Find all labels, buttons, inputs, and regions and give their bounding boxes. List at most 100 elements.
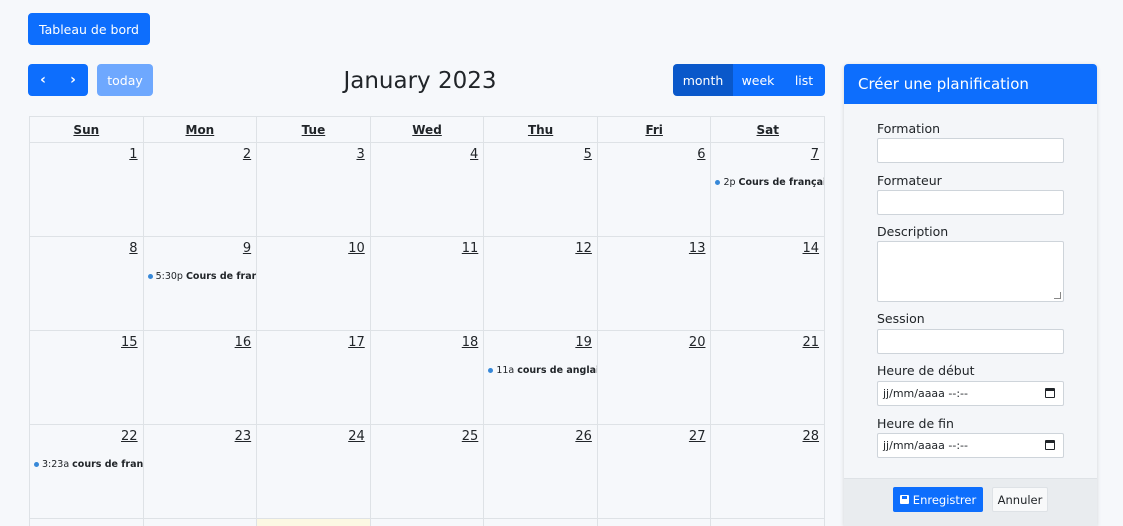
day-cell[interactable]: 1 [30, 143, 144, 237]
prev-button[interactable]: ‹ [28, 64, 58, 96]
day-cell[interactable]: 14 [711, 237, 826, 331]
save-button[interactable]: Enregistrer [893, 487, 983, 512]
day-cell[interactable]: 19 11a cours de anglais [484, 331, 598, 425]
calendar-event[interactable]: 3:23acours de français [34, 459, 143, 470]
day-cell[interactable]: 27 [597, 425, 712, 519]
day-cell[interactable]: 4 [370, 143, 485, 237]
day-number[interactable]: 17 [348, 335, 365, 350]
day-number[interactable]: 8 [129, 241, 137, 256]
day-cell-today[interactable] [257, 519, 371, 526]
today-button[interactable]: today [97, 64, 153, 96]
event-dot-icon [488, 368, 494, 373]
day-number[interactable]: 5 [584, 147, 592, 162]
event-dot-icon [715, 180, 721, 185]
day-number[interactable]: 28 [803, 429, 820, 444]
session-input[interactable] [877, 329, 1064, 354]
view-month-button[interactable]: month [673, 64, 733, 96]
day-number[interactable]: 14 [803, 241, 820, 256]
day-cell[interactable] [144, 519, 258, 526]
dashboard-button[interactable]: Tableau de bord [28, 13, 150, 45]
calendar-icon[interactable] [1045, 440, 1055, 450]
day-cell[interactable]: 25 [370, 425, 485, 519]
day-number[interactable]: 9 [243, 241, 251, 256]
calendar-event[interactable]: 5:30pCours de français [147, 271, 257, 282]
day-cell[interactable]: 23 [143, 425, 258, 519]
day-of-week-tue[interactable]: Tue [257, 117, 371, 143]
day-of-week-wed[interactable]: Wed [370, 117, 485, 143]
nav-button-group: ‹ › [28, 64, 88, 96]
day-cell[interactable] [30, 519, 144, 526]
day-cell[interactable]: 3 [257, 143, 371, 237]
day-number[interactable]: 15 [121, 335, 138, 350]
day-cell[interactable] [598, 519, 712, 526]
day-number[interactable]: 13 [689, 241, 706, 256]
day-number[interactable]: 6 [697, 147, 705, 162]
day-cell[interactable]: 5 [484, 143, 598, 237]
day-number[interactable]: 1 [129, 147, 137, 162]
calendar-icon[interactable] [1045, 388, 1055, 398]
day-number[interactable]: 12 [575, 241, 592, 256]
day-of-week-thu[interactable]: Thu [484, 117, 598, 143]
day-number[interactable]: 18 [462, 335, 479, 350]
day-cell[interactable]: 13 [597, 237, 712, 331]
day-cell[interactable] [371, 519, 485, 526]
day-number[interactable]: 25 [462, 429, 479, 444]
day-cell[interactable]: 8 [30, 237, 144, 331]
calendar-event[interactable]: 11a cours de anglais [488, 365, 597, 376]
cancel-button[interactable]: Annuler [992, 487, 1048, 512]
create-schedule-panel: Créer une planification Formation Format… [844, 64, 1097, 526]
day-of-week-mon[interactable]: Mon [143, 117, 258, 143]
day-number[interactable]: 23 [235, 429, 252, 444]
description-textarea[interactable] [877, 241, 1064, 302]
day-cell[interactable]: 26 [484, 425, 598, 519]
day-cell[interactable]: 11 [370, 237, 485, 331]
day-cell[interactable]: 16 [143, 331, 258, 425]
save-icon [899, 495, 909, 504]
resize-grip-icon[interactable] [1054, 292, 1061, 299]
calendar-week-row: 22 3:23acours de français 23 24 25 26 27 28 [30, 425, 826, 519]
day-cell[interactable]: 6 [597, 143, 712, 237]
view-list-button[interactable]: list [783, 64, 825, 96]
day-cell[interactable] [711, 519, 826, 526]
day-number[interactable]: 2 [243, 147, 251, 162]
formation-input[interactable] [877, 138, 1064, 163]
day-cell[interactable]: 10 [257, 237, 371, 331]
day-cell[interactable]: 15 [30, 331, 144, 425]
day-cell[interactable]: 12 [484, 237, 598, 331]
day-number[interactable]: 24 [348, 429, 365, 444]
event-title: Cours de français [185, 271, 257, 282]
day-of-week-sat[interactable]: Sat [711, 117, 826, 143]
day-cell[interactable]: 21 [711, 331, 826, 425]
day-number[interactable]: 10 [348, 241, 365, 256]
day-number[interactable]: 26 [575, 429, 592, 444]
day-cell[interactable]: 7 2p Cours de français [711, 143, 826, 237]
day-cell[interactable] [484, 519, 598, 526]
day-number[interactable]: 3 [356, 147, 364, 162]
start-time-input[interactable]: jj/mm/aaaa --:-- [877, 381, 1064, 406]
day-cell[interactable]: 22 3:23acours de français [30, 425, 144, 519]
day-cell[interactable]: 28 [711, 425, 826, 519]
view-week-button[interactable]: week [733, 64, 783, 96]
calendar-event[interactable]: 2p Cours de français [715, 177, 824, 188]
day-number[interactable]: 21 [803, 335, 820, 350]
event-title: Cours de français [738, 177, 825, 188]
day-cell[interactable]: 2 [143, 143, 258, 237]
day-cell[interactable]: 9 5:30pCours de français [143, 237, 258, 331]
day-number[interactable]: 27 [689, 429, 706, 444]
next-button[interactable]: › [58, 64, 88, 96]
end-time-input[interactable]: jj/mm/aaaa --:-- [877, 433, 1064, 458]
day-number[interactable]: 19 [575, 335, 592, 350]
day-number[interactable]: 4 [470, 147, 478, 162]
day-cell[interactable]: 17 [257, 331, 371, 425]
day-number[interactable]: 20 [689, 335, 706, 350]
day-number[interactable]: 7 [811, 147, 819, 162]
day-cell[interactable]: 24 [257, 425, 371, 519]
day-number[interactable]: 11 [462, 241, 479, 256]
day-of-week-fri[interactable]: Fri [597, 117, 712, 143]
formateur-input[interactable] [877, 190, 1064, 215]
day-number[interactable]: 16 [235, 335, 252, 350]
day-number[interactable]: 22 [121, 429, 138, 444]
day-cell[interactable]: 20 [597, 331, 712, 425]
day-cell[interactable]: 18 [370, 331, 485, 425]
day-of-week-sun[interactable]: Sun [30, 117, 144, 143]
